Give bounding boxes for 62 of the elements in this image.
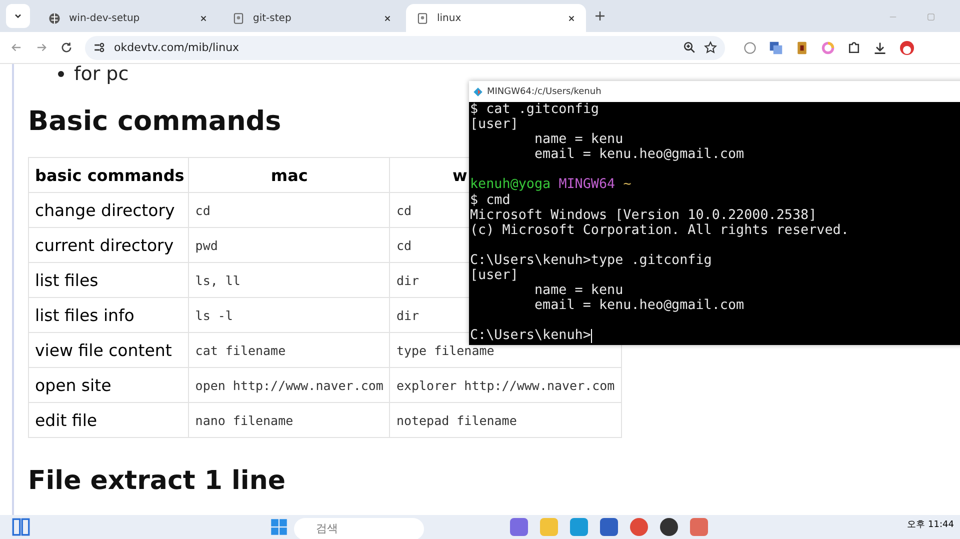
table-cell: change directory [28, 192, 189, 228]
terminal-line: $ cat .gitconfig [470, 102, 600, 118]
section-heading: Basic commands [28, 106, 282, 137]
clock: 오후 11:44 [907, 519, 954, 531]
prompt-shell: MINGW64 [558, 177, 616, 192]
terminal-line: [user] [470, 268, 520, 284]
terminal-line: $ cmd [470, 192, 512, 208]
download-icon[interactable] [873, 40, 887, 54]
table-cell: edit file [28, 402, 189, 438]
globe-icon[interactable] [48, 12, 61, 24]
column-header: mac [188, 158, 390, 192]
window-title: MINGW64:/c/Users/kenuh [487, 86, 602, 96]
browser-tab[interactable]: git-step [222, 4, 402, 32]
table-cell: pwd [188, 228, 390, 262]
reload-icon[interactable] [60, 41, 73, 54]
browser-tab[interactable]: win-dev-setup [38, 4, 218, 32]
widgets-icon[interactable] [12, 518, 30, 536]
avatar-icon[interactable] [899, 40, 915, 56]
close-icon[interactable] [383, 14, 392, 22]
table-cell: open site [28, 368, 189, 402]
git-icon[interactable] [473, 86, 483, 96]
table-cell: ls -l [188, 298, 390, 332]
back-icon[interactable] [10, 41, 23, 54]
list-item: for pc [74, 64, 129, 85]
extensions-icon[interactable] [847, 40, 861, 54]
site-settings-icon[interactable] [93, 41, 106, 54]
table-cell: nano filename [188, 402, 390, 438]
forward-icon[interactable] [35, 41, 48, 54]
table-cell: open http://www.naver.com [188, 368, 390, 402]
table-cell: view file content [28, 332, 189, 368]
page-icon[interactable] [416, 12, 429, 24]
close-icon[interactable] [199, 14, 208, 22]
prompt-path: ~ [623, 177, 632, 192]
table-cell: list files info [28, 298, 189, 332]
text-cursor [590, 328, 592, 343]
table-cell: ls, ll [188, 262, 390, 298]
search-field[interactable]: 검색 [294, 518, 424, 539]
prompt-user: kenuh@yoga [470, 177, 551, 192]
zoom-icon[interactable] [683, 41, 696, 54]
app-icon[interactable] [600, 518, 618, 536]
address-bar[interactable]: okdevtv.com/mib/linux [85, 36, 725, 60]
table-cell: current directory [28, 228, 189, 262]
color-ring-icon[interactable] [821, 40, 835, 54]
table-cell: cd [188, 192, 390, 228]
table-cell: notepad filename [390, 402, 622, 438]
table-cell: list files [28, 262, 189, 298]
star-icon[interactable] [704, 41, 717, 54]
circle-icon[interactable] [743, 40, 757, 54]
browser-tab[interactable]: linux [406, 4, 586, 32]
terminal-line: name = kenu [533, 283, 624, 298]
table-cell: cat filename [188, 332, 390, 368]
bullet-icon [58, 71, 64, 77]
close-icon[interactable] [567, 14, 576, 22]
section-heading: File extract 1 line [28, 466, 286, 496]
start-icon[interactable] [270, 518, 288, 536]
new-tab-icon[interactable] [594, 10, 606, 22]
app-icon[interactable] [660, 518, 678, 536]
terminal-line: name = kenu [533, 132, 624, 148]
terminal-line: [user] [470, 117, 520, 132]
page-icon[interactable] [232, 12, 245, 24]
table-cell: explorer http://www.naver.com [390, 368, 622, 402]
column-header: basic commands [28, 158, 189, 192]
